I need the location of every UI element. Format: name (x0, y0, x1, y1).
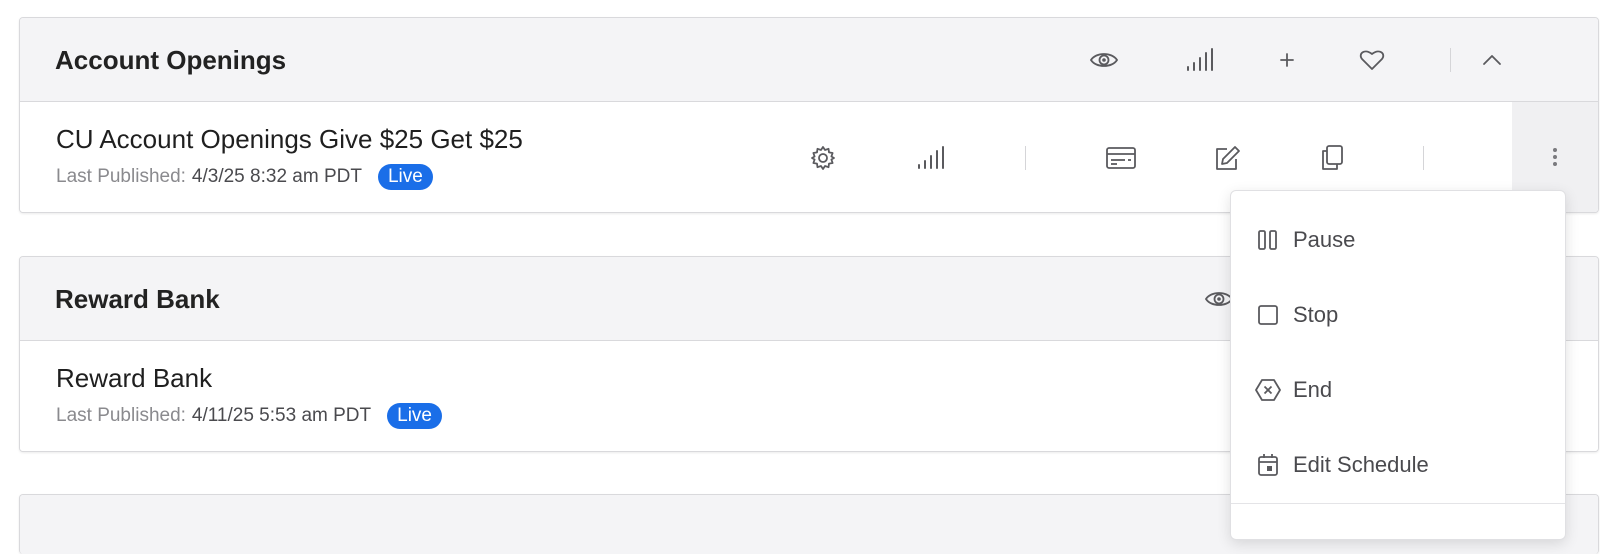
campaign-title[interactable]: Reward Bank (56, 363, 212, 394)
menu-item-label: End (1293, 377, 1333, 402)
menu-item-end[interactable]: End (1231, 360, 1565, 420)
campaign-meta: Last Published: 4/11/25 5:53 am PDT Live (56, 403, 442, 429)
last-published-label: Last Published: (56, 405, 186, 426)
calendar-icon (1255, 452, 1281, 478)
signal-bars-icon[interactable] (913, 141, 947, 175)
actions-dropdown-menu: Pause Stop End Edit Schedule (1230, 190, 1566, 540)
menu-item-label: Pause (1293, 227, 1356, 252)
campaign-meta: Last Published: 4/3/25 8:32 am PDT Live (56, 164, 433, 190)
menu-item-stop[interactable]: Stop (1231, 285, 1565, 345)
last-published-date: 4/3/25 8:32 am PDT (191, 166, 362, 187)
heart-icon[interactable] (1356, 44, 1388, 76)
stop-icon (1255, 302, 1281, 328)
status-badge: Live (377, 164, 433, 190)
section-title: Account Openings (55, 45, 287, 75)
end-icon (1255, 377, 1281, 403)
last-published-label: Last Published: (56, 166, 186, 187)
menu-divider (1231, 503, 1565, 504)
row-divider (1423, 146, 1424, 170)
row-divider (1025, 146, 1026, 170)
menu-item-pause[interactable]: Pause (1231, 210, 1565, 270)
last-published-date: 4/11/25 5:53 am PDT (191, 405, 372, 426)
campaign-title[interactable]: CU Account Openings Give $25 Get $25 (56, 124, 523, 155)
plus-icon[interactable] (1271, 44, 1303, 76)
gear-icon[interactable] (806, 141, 840, 175)
menu-item-label: Edit Schedule (1293, 452, 1429, 477)
edit-icon[interactable] (1211, 141, 1245, 175)
header-divider (1450, 48, 1451, 72)
eye-icon[interactable] (1088, 44, 1120, 76)
status-badge: Live (387, 403, 442, 429)
chevron-up-icon[interactable] (1476, 44, 1508, 76)
section-header: Account Openings (20, 18, 1598, 102)
pause-icon (1255, 227, 1281, 253)
card-icon[interactable] (1104, 141, 1138, 175)
menu-item-edit-schedule[interactable]: Edit Schedule (1231, 435, 1565, 495)
section-account-openings: Account Openings CU Account Openings Giv… (19, 17, 1599, 213)
copy-icon[interactable] (1315, 141, 1349, 175)
section-title: Reward Bank (55, 284, 220, 314)
menu-item-label: Stop (1293, 302, 1339, 327)
signal-bars-icon[interactable] (1183, 44, 1215, 76)
